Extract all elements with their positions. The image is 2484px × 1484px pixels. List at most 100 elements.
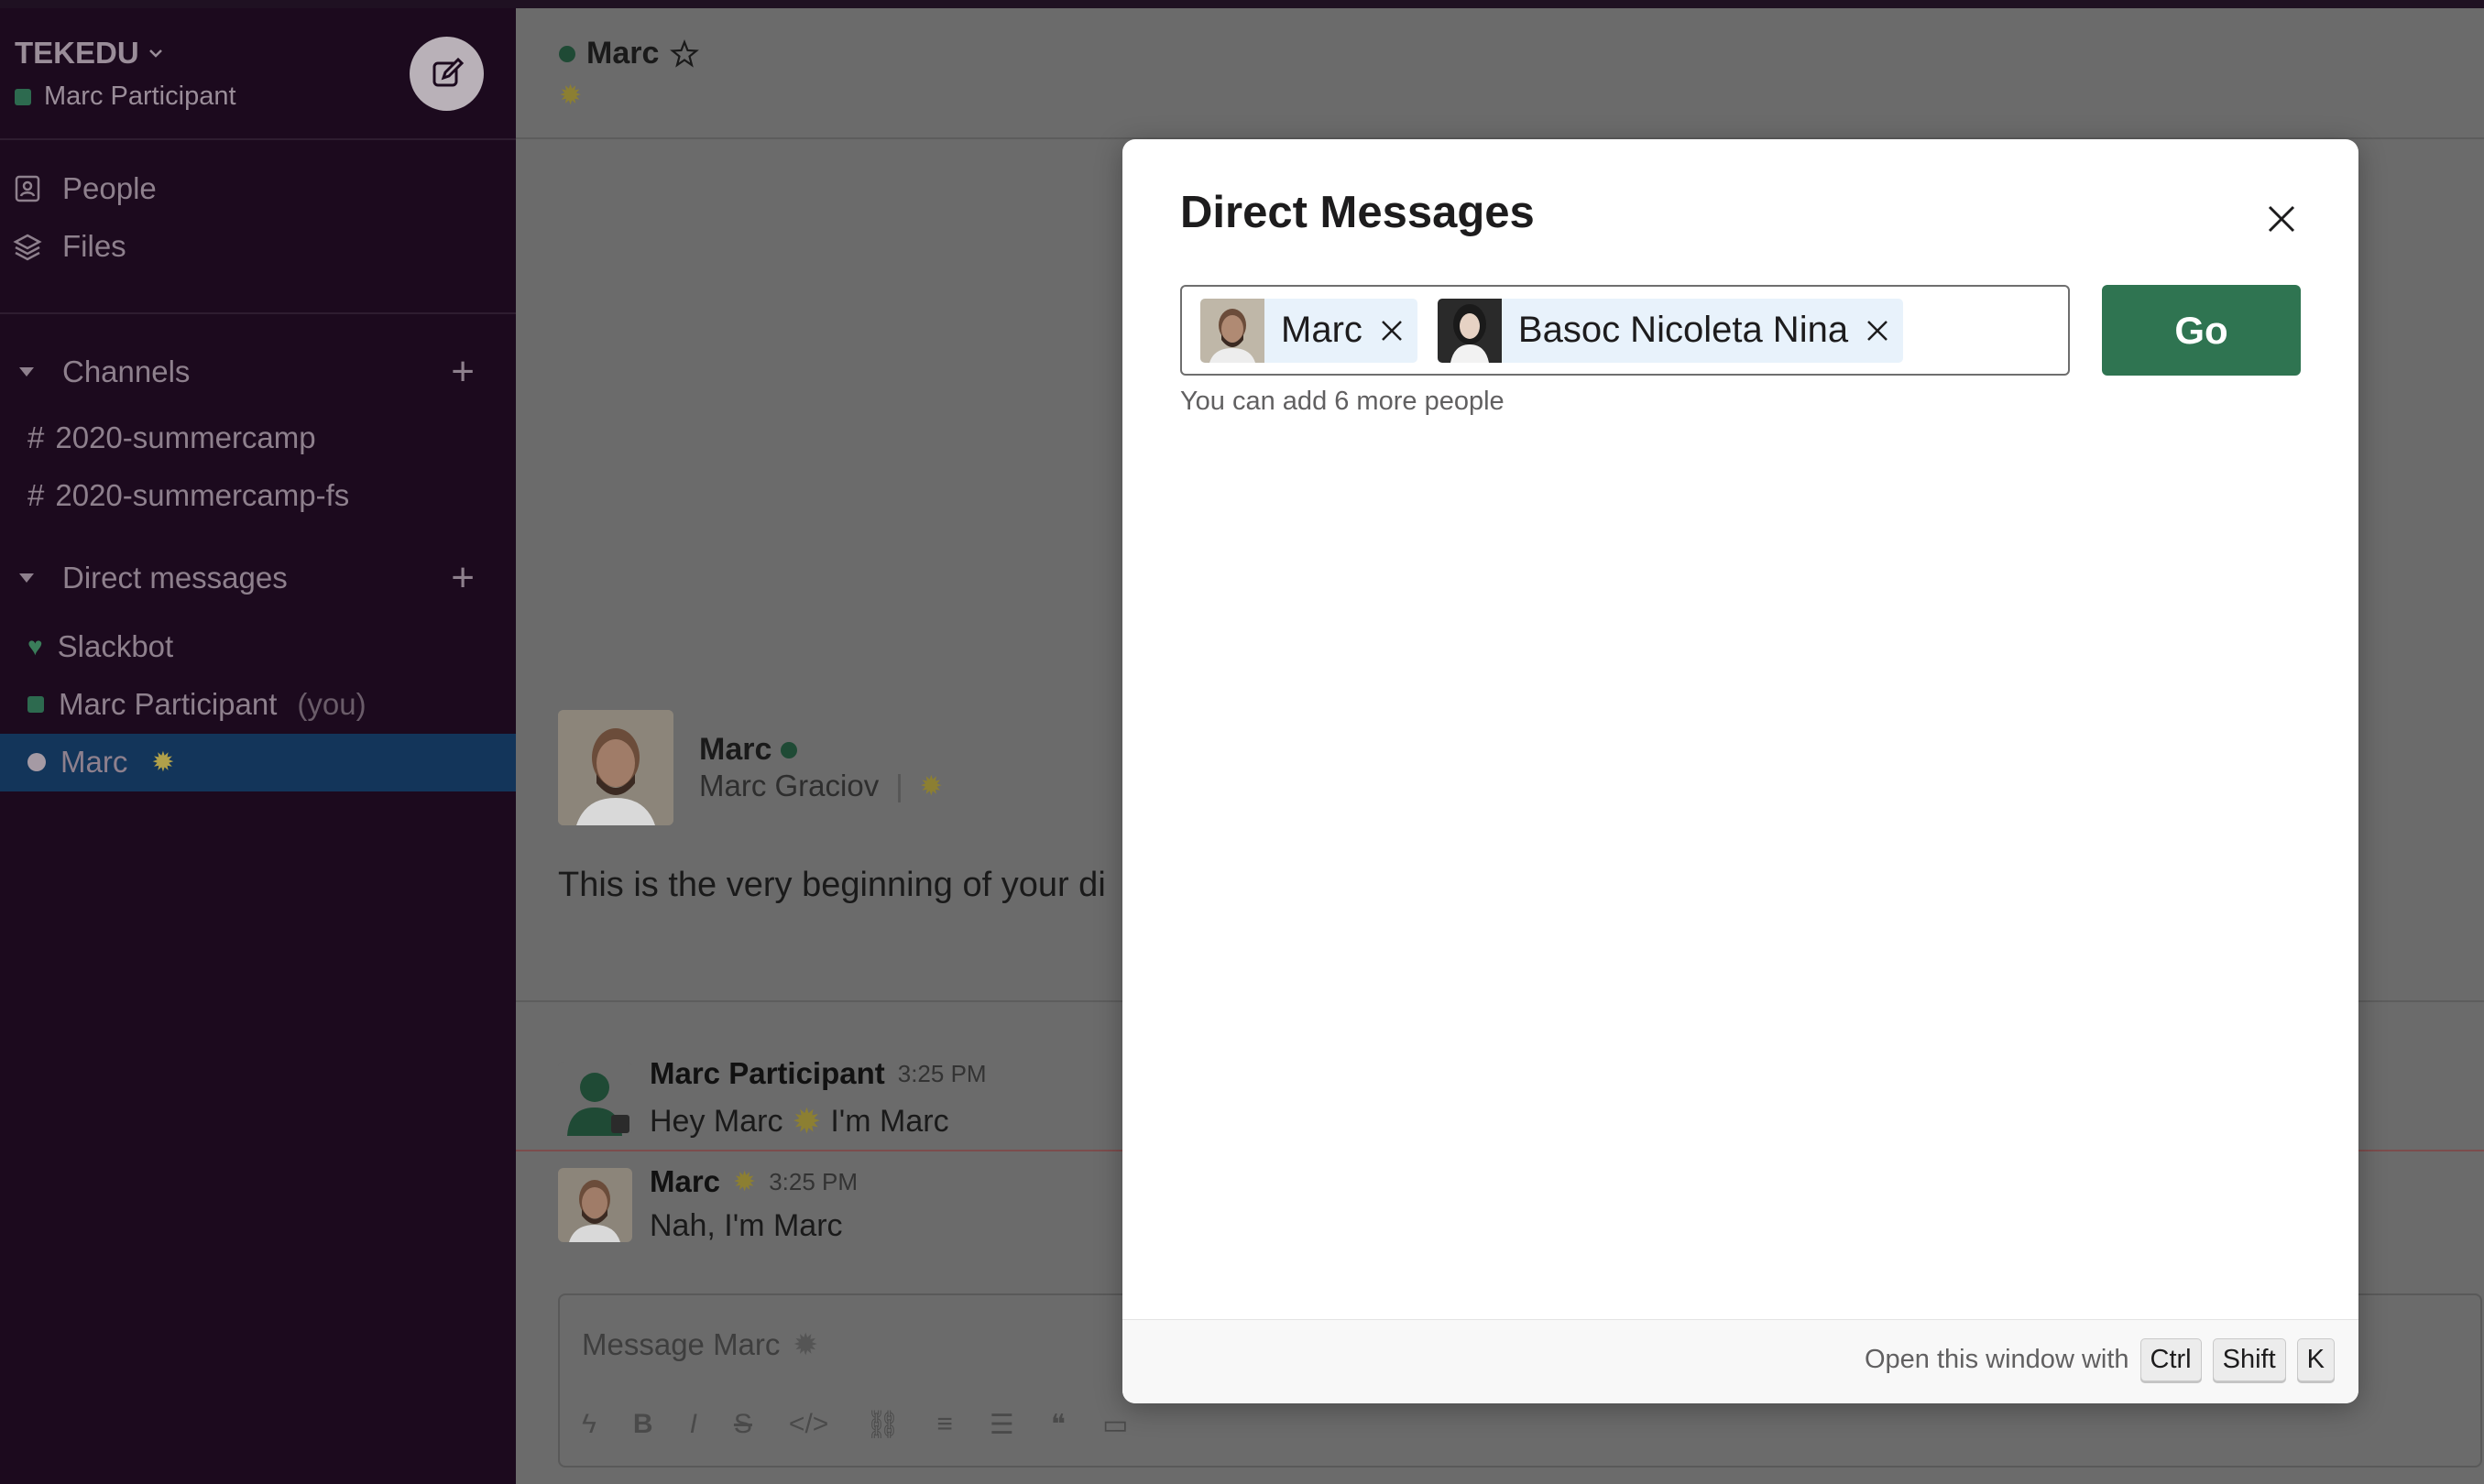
people-icon	[15, 175, 40, 202]
default-avatar-icon	[567, 1073, 629, 1136]
person-photo-icon	[1200, 298, 1264, 363]
hash-icon: #	[27, 420, 45, 454]
workspace-name-label: TEKEDU	[15, 36, 139, 70]
recipient-chip: Marc	[1200, 298, 1417, 363]
person-photo-icon	[558, 1168, 632, 1242]
avatar[interactable]	[558, 1062, 632, 1136]
presence-icon	[781, 741, 798, 758]
caret-down-icon	[19, 573, 34, 583]
full-name-label: Marc Graciov	[699, 769, 880, 802]
top-bar	[0, 0, 2484, 8]
chevron-down-icon	[148, 49, 162, 58]
message-author[interactable]: Marc Participant 3:25 PM	[650, 1056, 987, 1091]
recipient-picker[interactable]: Marc Basoc Nicoleta Nina	[1180, 285, 2070, 376]
sidebar-item-channel[interactable]: # 2020-summercamp-fs	[27, 478, 349, 513]
code-block-icon[interactable]: ▭	[1102, 1409, 1128, 1441]
message-text-part: I'm Marc	[830, 1104, 949, 1139]
italic-icon[interactable]: I	[690, 1409, 697, 1441]
close-button[interactable]	[2259, 196, 2304, 242]
message-placeholder: Message Marc	[582, 1326, 781, 1361]
bullet-list-icon[interactable]: ☰	[990, 1409, 1014, 1441]
add-channel-icon[interactable]: +	[451, 349, 475, 395]
divider	[0, 312, 516, 314]
recipient-name: Basoc Nicoleta Nina	[1517, 310, 1849, 350]
remove-recipient-button[interactable]	[1379, 318, 1405, 344]
strikethrough-icon[interactable]: S	[734, 1409, 752, 1441]
avatar[interactable]	[558, 1168, 632, 1242]
close-icon	[2268, 205, 2295, 233]
message-text-part: Hey Marc	[650, 1104, 783, 1139]
channel-header: Marc ✹	[516, 8, 2484, 139]
recipient-chip: Basoc Nicoleta Nina	[1437, 298, 1904, 363]
workspace-header[interactable]: TEKEDU Marc Participant	[0, 8, 516, 140]
shortcuts-icon[interactable]: ϟ	[582, 1409, 596, 1441]
compose-button[interactable]	[410, 37, 484, 111]
go-button[interactable]: Go	[2102, 285, 2301, 376]
code-icon[interactable]: </>	[789, 1409, 828, 1441]
bold-icon[interactable]: B	[633, 1409, 653, 1441]
message-author[interactable]: Marc ✹ 3:25 PM	[650, 1164, 858, 1199]
status-emoji-icon: ✹	[559, 81, 583, 111]
sidebar-item-channel[interactable]: # 2020-summercamp	[27, 420, 316, 455]
kbd-shift: Shift	[2212, 1338, 2286, 1381]
link-icon[interactable]: ⛓	[865, 1409, 900, 1441]
avatar	[1200, 298, 1264, 363]
sidebar-item-label: People	[62, 171, 157, 205]
sidebar-item-people[interactable]: People	[13, 171, 157, 206]
message-input[interactable]: Message Marc ✹	[582, 1326, 818, 1362]
author-label: Marc	[650, 1164, 721, 1198]
channels-section-header[interactable]: Channels +	[16, 349, 475, 394]
you-suffix: (you)	[297, 687, 367, 721]
message-time[interactable]: 3:25 PM	[898, 1060, 987, 1088]
kbd-ctrl: Ctrl	[2139, 1338, 2202, 1381]
avatar	[1437, 298, 1502, 363]
sidebar: TEKEDU Marc Participant People Files Cha…	[0, 8, 516, 1484]
star-icon[interactable]	[670, 38, 700, 69]
dm-label: Marc	[60, 745, 128, 779]
dms-header-label: Direct messages	[62, 561, 288, 595]
current-user[interactable]: Marc Participant	[15, 82, 236, 112]
ordered-list-icon[interactable]: ≡	[936, 1409, 953, 1441]
close-icon	[1867, 320, 1888, 341]
sun-emoji-icon: ✹	[151, 747, 175, 778]
compose-icon	[432, 57, 464, 86]
sidebar-item-slackbot[interactable]: ♥ Slackbot	[27, 629, 173, 664]
channel-label: 2020-summercamp	[55, 420, 316, 454]
recipient-limit-hint: You can add 6 more people	[1180, 387, 1505, 416]
sidebar-item-label: Files	[62, 229, 126, 263]
message-text: Hey Marc ✹ I'm Marc	[650, 1101, 949, 1142]
sidebar-item-marc[interactable]: Marc ✹	[27, 745, 174, 780]
sun-emoji-icon: ✹	[792, 1103, 822, 1141]
quote-icon[interactable]: ❝	[1051, 1409, 1066, 1441]
modal-footer: Open this window with Ctrl Shift K	[1122, 1319, 2358, 1403]
channel-title[interactable]: Marc	[559, 36, 700, 71]
heart-icon: ♥	[27, 632, 43, 660]
intro-fullname: Marc Graciov | ✹	[699, 769, 943, 803]
sidebar-item-files[interactable]: Files	[13, 229, 126, 264]
sun-emoji-icon: ✹	[793, 1327, 819, 1361]
person-photo-icon	[1437, 298, 1502, 363]
message-text: Nah, I'm Marc	[650, 1208, 843, 1243]
kbd-k: K	[2296, 1338, 2335, 1381]
person-photo-icon	[558, 710, 673, 825]
current-user-label: Marc Participant	[44, 82, 236, 111]
sidebar-item-self[interactable]: Marc Participant (you)	[27, 687, 367, 722]
caret-down-icon	[19, 367, 34, 376]
remove-recipient-button[interactable]	[1865, 318, 1890, 344]
formatting-toolbar: ϟ B I S </> ⛓ ≡ ☰ ❝ ▭	[582, 1409, 1128, 1441]
channel-title-label: Marc	[586, 36, 660, 71]
add-dm-icon[interactable]: +	[451, 555, 475, 601]
separator: |	[895, 769, 903, 802]
workspace-name[interactable]: TEKEDU	[15, 36, 165, 71]
message-time[interactable]: 3:25 PM	[769, 1168, 858, 1196]
dm-label: Slackbot	[57, 629, 174, 663]
intro-name[interactable]: Marc	[699, 732, 798, 768]
sun-emoji-icon: ✹	[919, 770, 943, 802]
shortcut-hint: Open this window with Ctrl Shift K	[1865, 1338, 2335, 1381]
dms-section-header[interactable]: Direct messages +	[16, 555, 475, 600]
dm-label: Marc Participant	[59, 687, 278, 721]
modal-title: Direct Messages	[1180, 188, 1535, 237]
sun-emoji-icon: ✹	[733, 1166, 757, 1197]
avatar[interactable]	[558, 710, 673, 825]
files-icon	[13, 234, 42, 261]
